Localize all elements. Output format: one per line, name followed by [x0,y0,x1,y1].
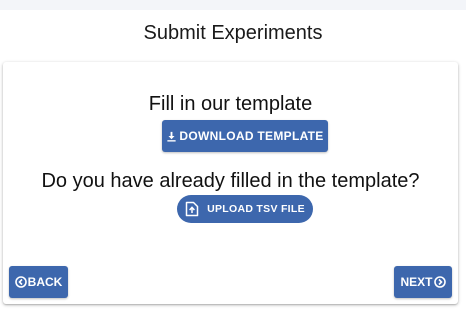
chevron-right-circle-icon [433,276,446,288]
back-label: BACK [27,275,63,289]
chevron-left-circle-icon [14,276,28,288]
page-title: Submit Experiments [143,22,323,44]
upload-tsv-button[interactable]: UPLOAD TSV FILE [177,195,313,223]
back-button[interactable]: BACK [9,266,68,298]
next-button[interactable]: NEXT [394,266,452,298]
download-icon [166,131,179,142]
download-template-button[interactable]: DOWNLOAD TEMPLATE [162,120,328,152]
top-strip [0,0,466,10]
page-header: Submit Experiments [0,10,466,62]
upload-tsv-label: UPLOAD TSV FILE [207,203,305,215]
submission-card: Fill in our template DOWNLOAD TEMPLATE D… [3,62,458,304]
filled-template-question: Do you have already filled in the templa… [41,170,420,192]
download-template-label: DOWNLOAD TEMPLATE [179,129,324,143]
next-label: NEXT [400,275,433,289]
template-heading: Fill in our template [148,93,313,115]
file-upload-icon [185,201,207,217]
